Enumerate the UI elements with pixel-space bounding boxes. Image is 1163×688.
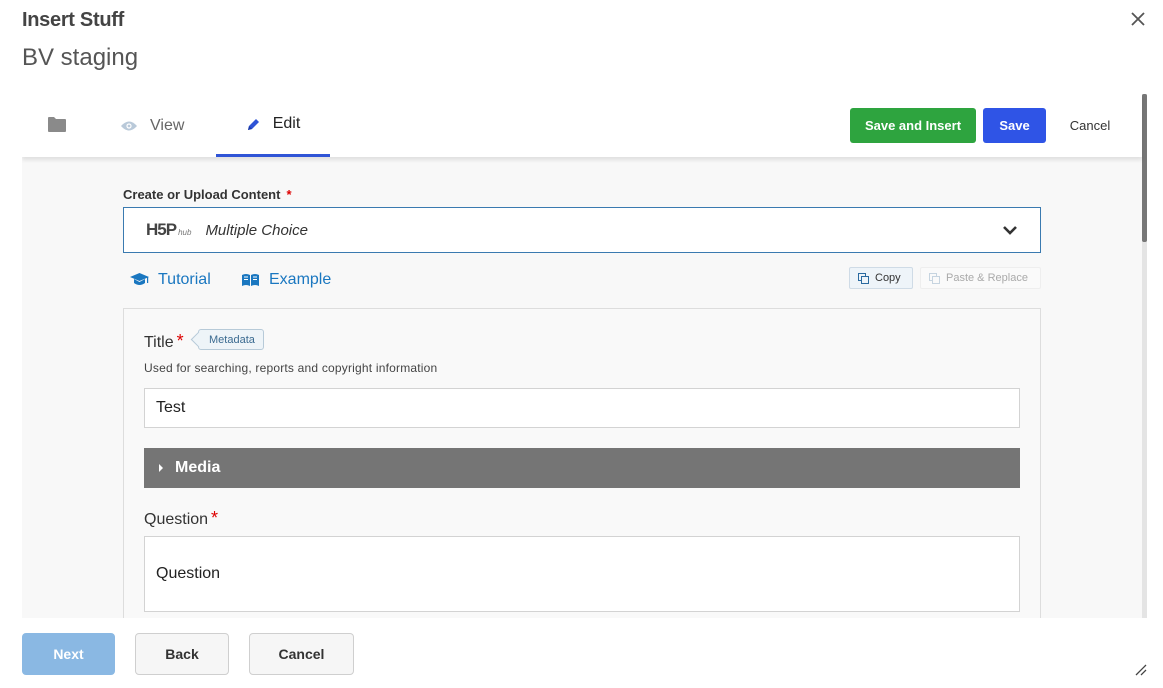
tutorial-link[interactable]: Tutorial — [130, 271, 211, 289]
content-label-text: Create or Upload Content — [123, 187, 281, 202]
tutorial-label: Tutorial — [158, 271, 211, 288]
question-label-text: Question — [144, 511, 209, 528]
tab-edit[interactable]: Edit — [216, 94, 330, 157]
copy-icon — [858, 272, 869, 284]
editor-frame: View Edit Save and Insert Save Cancel Cr… — [22, 94, 1148, 618]
save-and-insert-button[interactable]: Save and Insert — [850, 108, 976, 143]
eye-icon — [120, 120, 138, 132]
paste-icon — [929, 272, 940, 284]
question-required-mark: * — [211, 508, 219, 528]
media-label: Media — [175, 459, 221, 476]
title-label-text: Title — [144, 334, 174, 351]
content-label: Create or Upload Content * — [123, 187, 292, 202]
pencil-icon — [246, 117, 261, 132]
editor-toolbar: View Edit Save and Insert Save Cancel — [22, 94, 1142, 157]
footer-cancel-button[interactable]: Cancel — [249, 633, 354, 675]
example-link[interactable]: Example — [241, 271, 331, 289]
tab-edit-label: Edit — [272, 115, 301, 132]
title-label: Title * — [144, 331, 184, 352]
editor-form: Title * Metadata Used for searching, repo… — [123, 308, 1041, 618]
tab-view-label: View — [150, 116, 185, 134]
copy-button[interactable]: Copy — [849, 267, 913, 289]
resize-grip-icon[interactable] — [1133, 662, 1147, 676]
metadata-button[interactable]: Metadata — [198, 329, 264, 350]
title-required-mark: * — [176, 331, 184, 351]
copy-label: Copy — [875, 272, 901, 284]
cancel-button[interactable]: Cancel — [1060, 108, 1120, 143]
tab-view[interactable]: View — [120, 94, 212, 157]
metadata-label: Metadata — [209, 333, 255, 346]
required-mark: * — [286, 187, 292, 202]
media-section-toggle[interactable]: Media — [144, 448, 1020, 488]
graduation-cap-icon — [130, 273, 149, 287]
back-button[interactable]: Back — [135, 633, 229, 675]
content-type-value: Multiple Choice — [205, 221, 308, 239]
close-icon[interactable] — [1128, 10, 1148, 30]
open-book-icon — [241, 273, 260, 287]
h5p-hub-logo: H5P hub — [146, 220, 191, 240]
question-value: Question — [156, 565, 221, 582]
next-button[interactable]: Next — [22, 633, 115, 675]
dialog-subtitle: BV staging — [22, 44, 139, 71]
paste-replace-button: Paste & Replace — [920, 267, 1041, 289]
save-button[interactable]: Save — [983, 108, 1046, 143]
folder-icon[interactable] — [48, 116, 66, 132]
h5p-hub-text: hub — [178, 228, 192, 237]
dialog-title: Insert Stuff — [22, 9, 124, 31]
close-icon-glyph — [1131, 12, 1145, 26]
caret-right-icon — [159, 464, 163, 472]
h5p-logo-text: H5P — [146, 220, 177, 239]
question-input[interactable]: Question — [144, 536, 1020, 612]
chevron-down-icon — [1002, 222, 1018, 238]
example-label: Example — [269, 271, 332, 288]
scrollbar-thumb[interactable] — [1142, 94, 1147, 242]
question-label: Question * — [144, 508, 218, 529]
title-help-text: Used for searching, reports and copyrigh… — [144, 361, 438, 375]
scrollbar[interactable] — [1142, 94, 1147, 618]
paste-label: Paste & Replace — [946, 272, 1028, 284]
title-input[interactable] — [144, 388, 1020, 428]
content-type-select[interactable]: H5P hub Multiple Choice — [123, 207, 1041, 253]
